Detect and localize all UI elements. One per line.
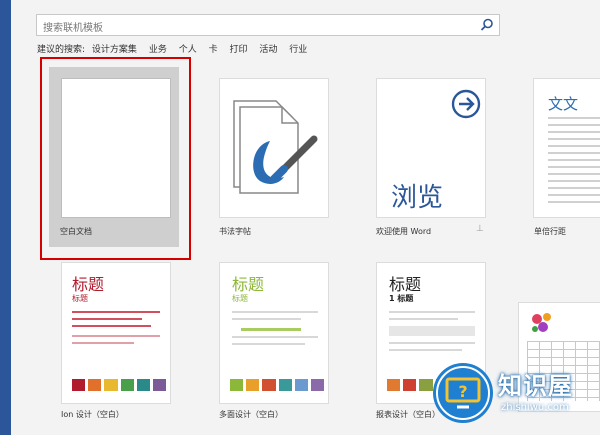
search-icon[interactable]: [479, 17, 495, 33]
doc-title: 标题: [232, 275, 265, 294]
color-swatches: [230, 379, 325, 391]
flower-icon: [532, 313, 551, 332]
template-caption: 多面设计（空白）: [219, 410, 283, 419]
doc-heading: 文文: [548, 95, 579, 113]
suggestion-link[interactable]: 个人: [179, 45, 197, 55]
logo-badge: ?: [433, 363, 493, 423]
brand-name: 知识屋: [498, 372, 573, 400]
template-welcome-word[interactable]: 浏览: [376, 78, 486, 218]
template-caption: 书法字帖: [219, 227, 251, 236]
doc-subtitle: 标题: [72, 294, 88, 303]
monitor-question-icon: ?: [436, 366, 490, 420]
color-swatches: [72, 379, 167, 391]
body-lines: [548, 117, 600, 207]
body-lines: [72, 311, 160, 367]
browse-text: 浏览: [391, 183, 444, 213]
doc-title: 标题: [72, 275, 105, 294]
doc-subtitle: 标题: [232, 294, 248, 303]
watermark-logo: ? 知识屋 zhishiwu.com: [425, 358, 600, 435]
template-caption: 欢迎使用 Word: [376, 227, 432, 236]
search-placeholder: 搜索联机模板: [43, 23, 103, 34]
suggestion-link[interactable]: 打印: [229, 45, 247, 55]
template-ion-design[interactable]: 标题 标题: [61, 262, 171, 404]
calligraphy-doc-icon: [233, 100, 318, 194]
template-caption: 单倍行距: [534, 227, 566, 236]
template-single-spacing[interactable]: 文文: [533, 78, 600, 218]
arrow-right-circle-icon: [451, 89, 481, 119]
selection-highlight: [40, 57, 191, 260]
app-side-rail: [0, 0, 11, 435]
pin-icon[interactable]: ⊥: [476, 224, 484, 234]
suggestion-link[interactable]: 设计方案集: [92, 45, 137, 55]
template-caption: Ion 设计（空白）: [61, 410, 124, 419]
template-search-box[interactable]: 搜索联机模板: [36, 14, 500, 36]
doc-subtitle: 1 标题: [389, 294, 414, 303]
suggestion-link[interactable]: 行业: [289, 45, 307, 55]
suggestion-link[interactable]: 卡: [209, 45, 218, 55]
brand-url: zhishiwu.com: [501, 402, 569, 413]
suggestion-link[interactable]: 业务: [149, 45, 167, 55]
suggestion-link[interactable]: 活动: [259, 45, 277, 55]
doc-title: 标题: [389, 275, 422, 294]
body-lines: [232, 311, 318, 367]
svg-text:?: ?: [458, 382, 467, 401]
suggested-label: 建议的搜索:: [37, 45, 86, 55]
suggested-searches: 建议的搜索: 设计方案集 业务 个人 卡 打印 活动 行业: [37, 42, 316, 55]
template-calligraphy[interactable]: [219, 78, 329, 218]
template-facet-design[interactable]: 标题 标题: [219, 262, 329, 404]
